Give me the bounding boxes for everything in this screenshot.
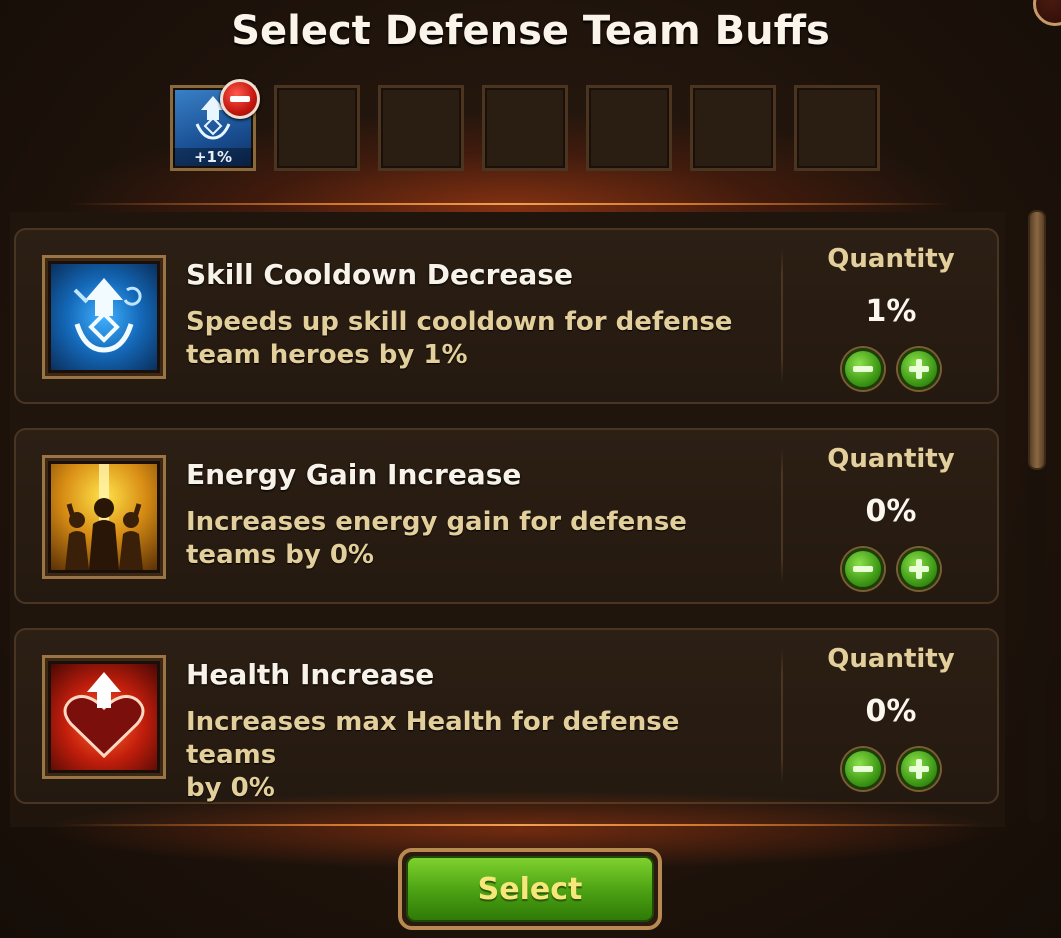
buff-icon-frame	[42, 455, 166, 579]
quantity-value: 0%	[865, 694, 917, 729]
quantity-label: Quantity	[827, 444, 955, 474]
quantity-label: Quantity	[827, 244, 955, 274]
page-title: Select Defense Team Buffs	[231, 8, 830, 54]
buff-slot-5[interactable]	[586, 85, 672, 171]
card-divider	[781, 448, 783, 584]
buff-slot-7[interactable]	[794, 85, 880, 171]
buff-card-energy-gain[interactable]: Energy Gain Increase Increases energy ga…	[14, 428, 999, 604]
skill-cooldown-icon	[73, 278, 142, 353]
increase-quantity-button[interactable]	[898, 548, 940, 590]
quantity-value: 0%	[865, 494, 917, 529]
buff-description-line: Increases max Health for defense teams	[186, 707, 680, 770]
decrease-quantity-button[interactable]	[842, 348, 884, 390]
card-divider	[781, 248, 783, 384]
buff-name: Skill Cooldown Decrease	[186, 258, 573, 291]
increase-quantity-button[interactable]	[898, 348, 940, 390]
quantity-label: Quantity	[827, 644, 955, 674]
buff-slot-4[interactable]	[482, 85, 568, 171]
increase-quantity-button[interactable]	[898, 748, 940, 790]
buff-description: Speeds up skill cooldown for defense tea…	[186, 306, 766, 372]
select-button-label: Select	[406, 856, 654, 922]
energy-crowd-icon	[65, 464, 143, 570]
heart-up-icon	[63, 672, 145, 759]
buff-slot-6[interactable]	[690, 85, 776, 171]
decrease-quantity-button[interactable]	[842, 748, 884, 790]
select-button[interactable]: Select	[398, 848, 662, 930]
buff-card-skill-cooldown[interactable]: Skill Cooldown Decrease Speeds up skill …	[14, 228, 999, 404]
buff-icon-frame	[42, 255, 166, 379]
buff-description-line: teams by 0%	[186, 540, 374, 570]
buff-description-line: Increases energy gain for defense	[186, 507, 687, 537]
buff-description-line: team heroes by 1%	[186, 340, 468, 370]
buff-slot-2[interactable]	[274, 85, 360, 171]
divider-line	[70, 203, 951, 205]
buff-description: Increases energy gain for defense teams …	[186, 506, 766, 572]
card-divider	[781, 648, 783, 784]
slot-percent-label: +1%	[173, 148, 253, 166]
divider-line	[60, 824, 981, 826]
buff-description-line: Speeds up skill cooldown for defense	[186, 307, 733, 337]
quantity-value: 1%	[865, 294, 917, 329]
minus-circle-icon[interactable]	[220, 79, 260, 119]
buff-name: Health Increase	[186, 658, 435, 691]
scrollbar-thumb[interactable]	[1028, 210, 1046, 470]
decrease-quantity-button[interactable]	[842, 548, 884, 590]
buff-card-health[interactable]: Health Increase Increases max Health for…	[14, 628, 999, 804]
buff-slot-3[interactable]	[378, 85, 464, 171]
buff-icon-frame	[42, 655, 166, 779]
buff-name: Energy Gain Increase	[186, 458, 522, 491]
